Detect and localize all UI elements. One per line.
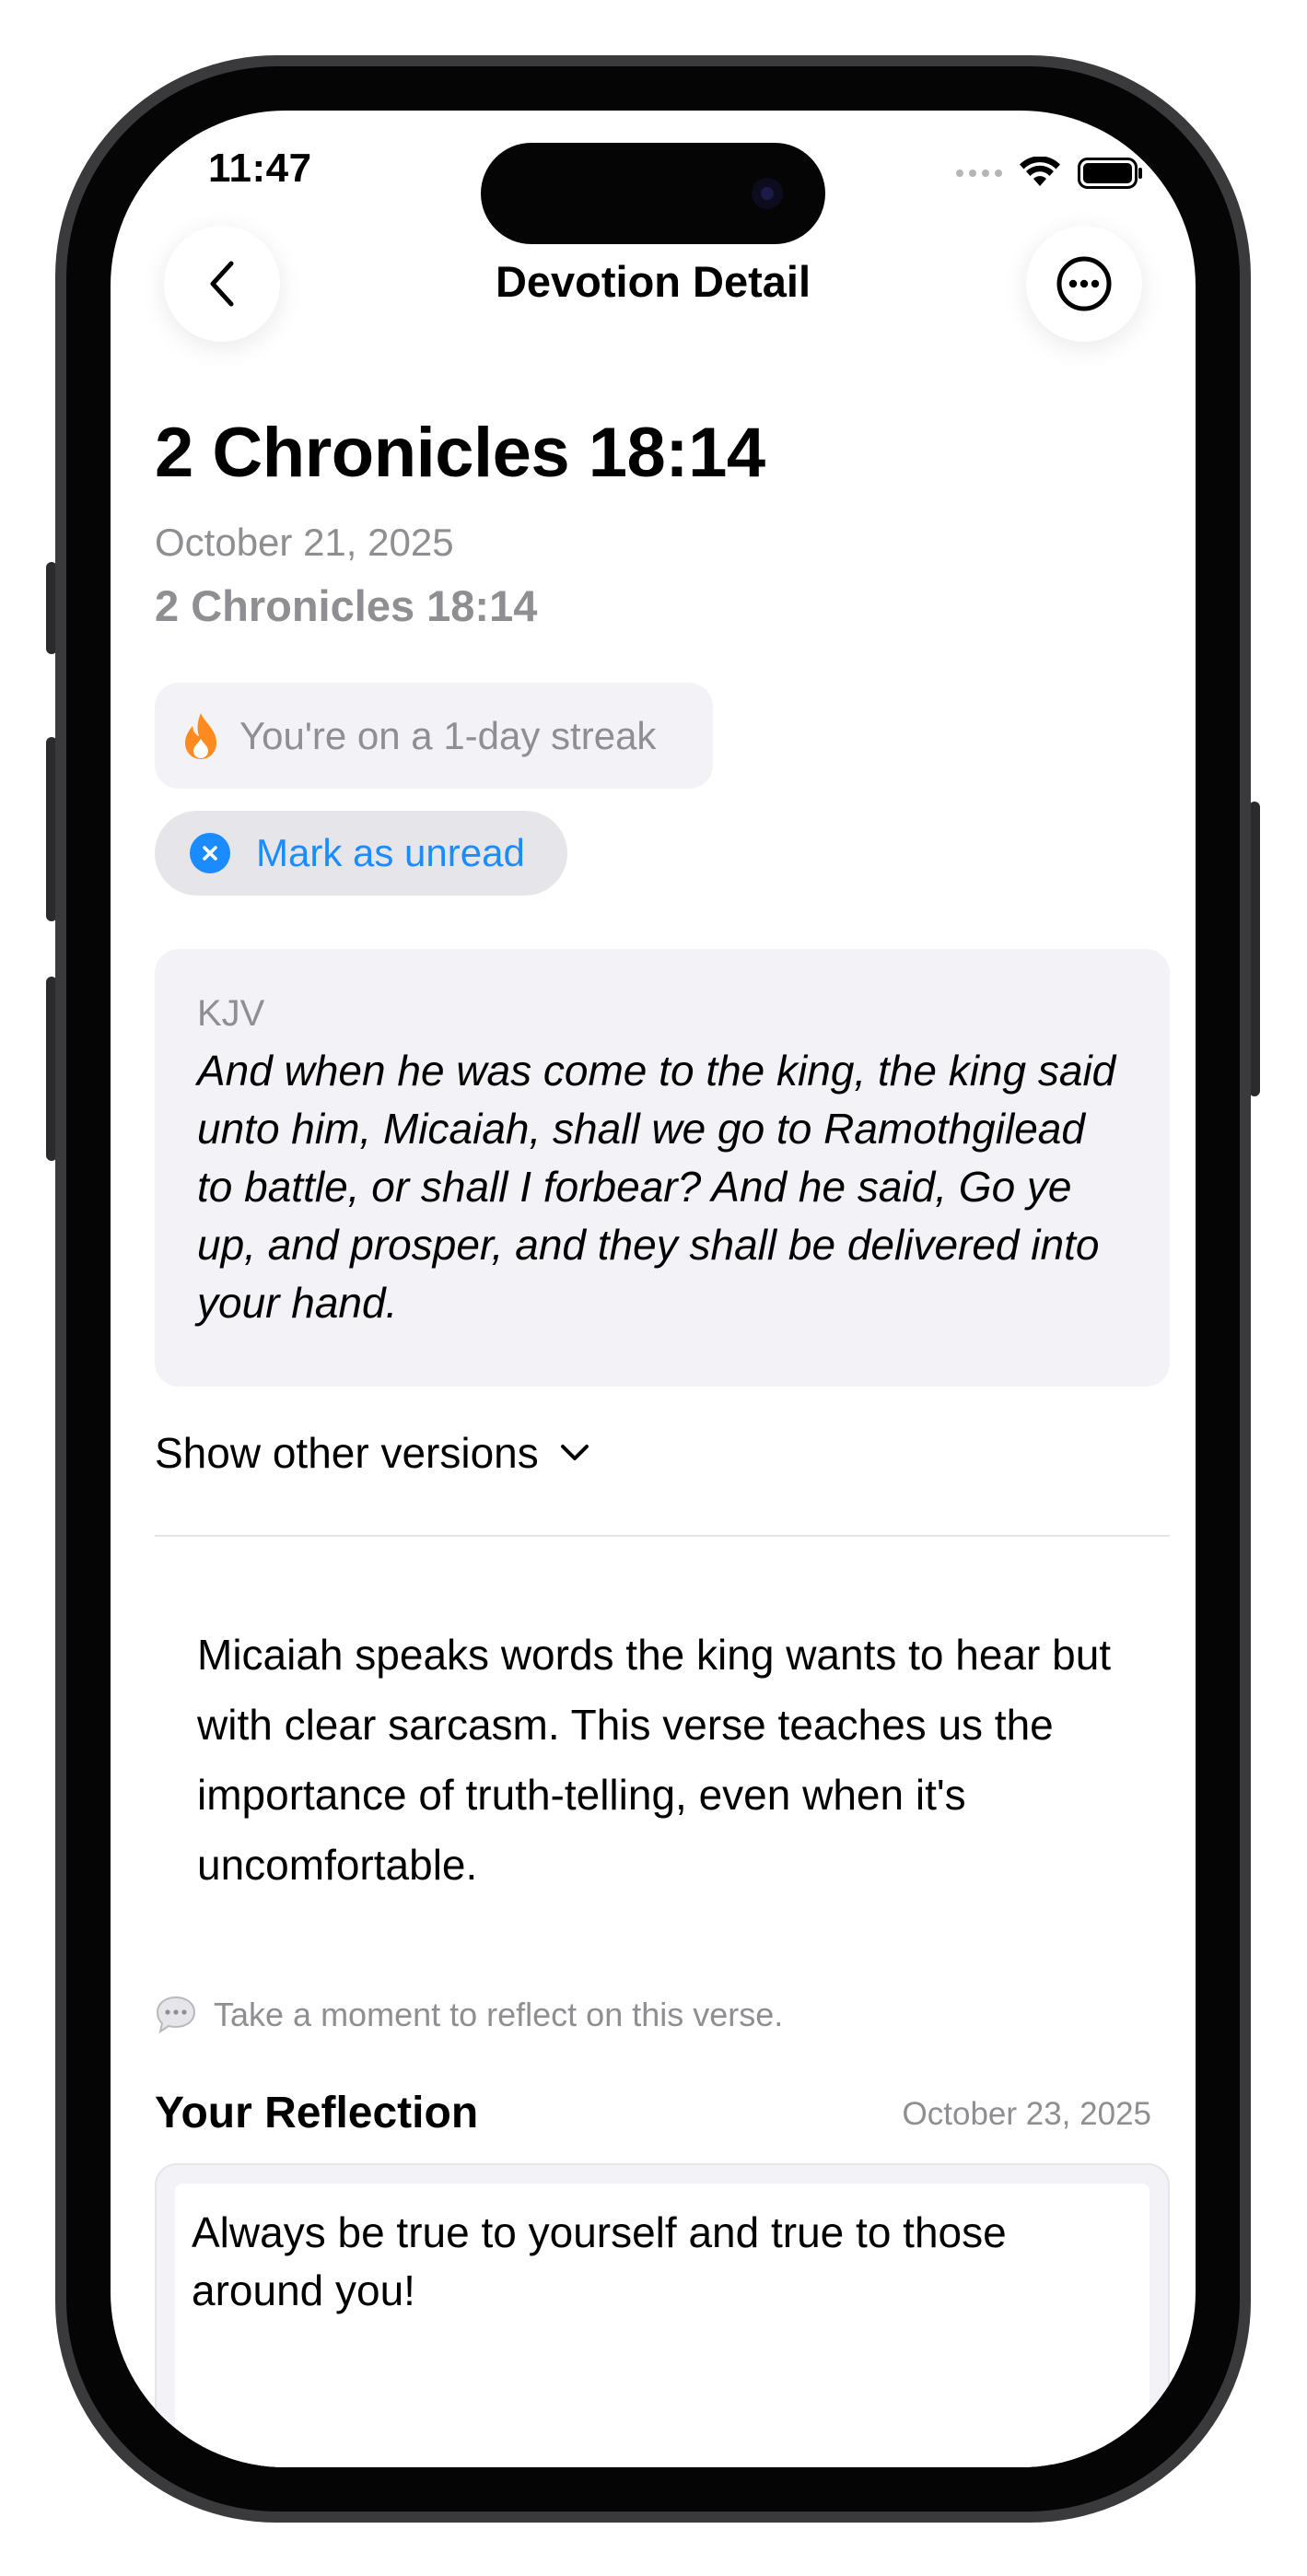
show-other-versions-button[interactable]: Show other versions bbox=[155, 1428, 590, 1478]
divider bbox=[155, 1535, 1170, 1537]
reflection-heading: Your Reflection bbox=[155, 2089, 479, 2137]
devotion-body: Micaiah speaks words the king wants to h… bbox=[197, 1631, 1112, 1889]
close-circle-icon bbox=[190, 833, 230, 873]
streak-text: You're on a 1-day streak bbox=[239, 713, 657, 757]
ellipsis-circle-icon bbox=[1056, 256, 1112, 311]
battery-icon bbox=[1078, 158, 1142, 189]
verse-reference: 2 Chronicles 18:14 bbox=[155, 581, 538, 630]
wifi-icon bbox=[1020, 157, 1060, 186]
reflection-text[interactable]: Always be true to yourself and true to t… bbox=[192, 2204, 1122, 2320]
reflection-editor[interactable]: Always be true to yourself and true to t… bbox=[175, 2184, 1149, 2467]
status-time: 11:47 bbox=[208, 146, 312, 191]
show-versions-label: Show other versions bbox=[155, 1429, 539, 1477]
reflect-prompt-text: Take a moment to reflect on this verse. bbox=[214, 1996, 784, 2033]
camera-icon bbox=[752, 178, 783, 209]
verse-text: And when he was come to the king, the ki… bbox=[197, 1047, 1116, 1327]
status-icons bbox=[956, 155, 1144, 192]
reflection-box: Always be true to yourself and true to t… bbox=[155, 2163, 1170, 2467]
page-title: 2 Chronicles 18:14 bbox=[155, 414, 765, 492]
verse-version: KJV bbox=[197, 993, 265, 1034]
verse-card: KJV And when he was come to the king, th… bbox=[155, 949, 1170, 1387]
devotion-date: October 21, 2025 bbox=[155, 521, 454, 564]
dynamic-island bbox=[481, 143, 825, 244]
mark-unread-label: Mark as unread bbox=[256, 831, 525, 874]
reflection-date: October 23, 2025 bbox=[902, 2096, 1151, 2132]
flame-icon bbox=[185, 712, 216, 759]
speech-bubble-icon bbox=[156, 1996, 196, 2034]
chevron-down-icon bbox=[560, 1445, 589, 1460]
streak-badge: You're on a 1-day streak bbox=[155, 683, 713, 789]
more-options-button[interactable] bbox=[1026, 226, 1142, 342]
screen: 11:47 Devotion Detail 2 Chronicles 18:14… bbox=[111, 111, 1196, 2467]
reflect-prompt: Take a moment to reflect on this verse. bbox=[155, 1995, 783, 2035]
mark-unread-button[interactable]: Mark as unread bbox=[155, 811, 567, 896]
cellular-signal-icon bbox=[956, 170, 1002, 177]
